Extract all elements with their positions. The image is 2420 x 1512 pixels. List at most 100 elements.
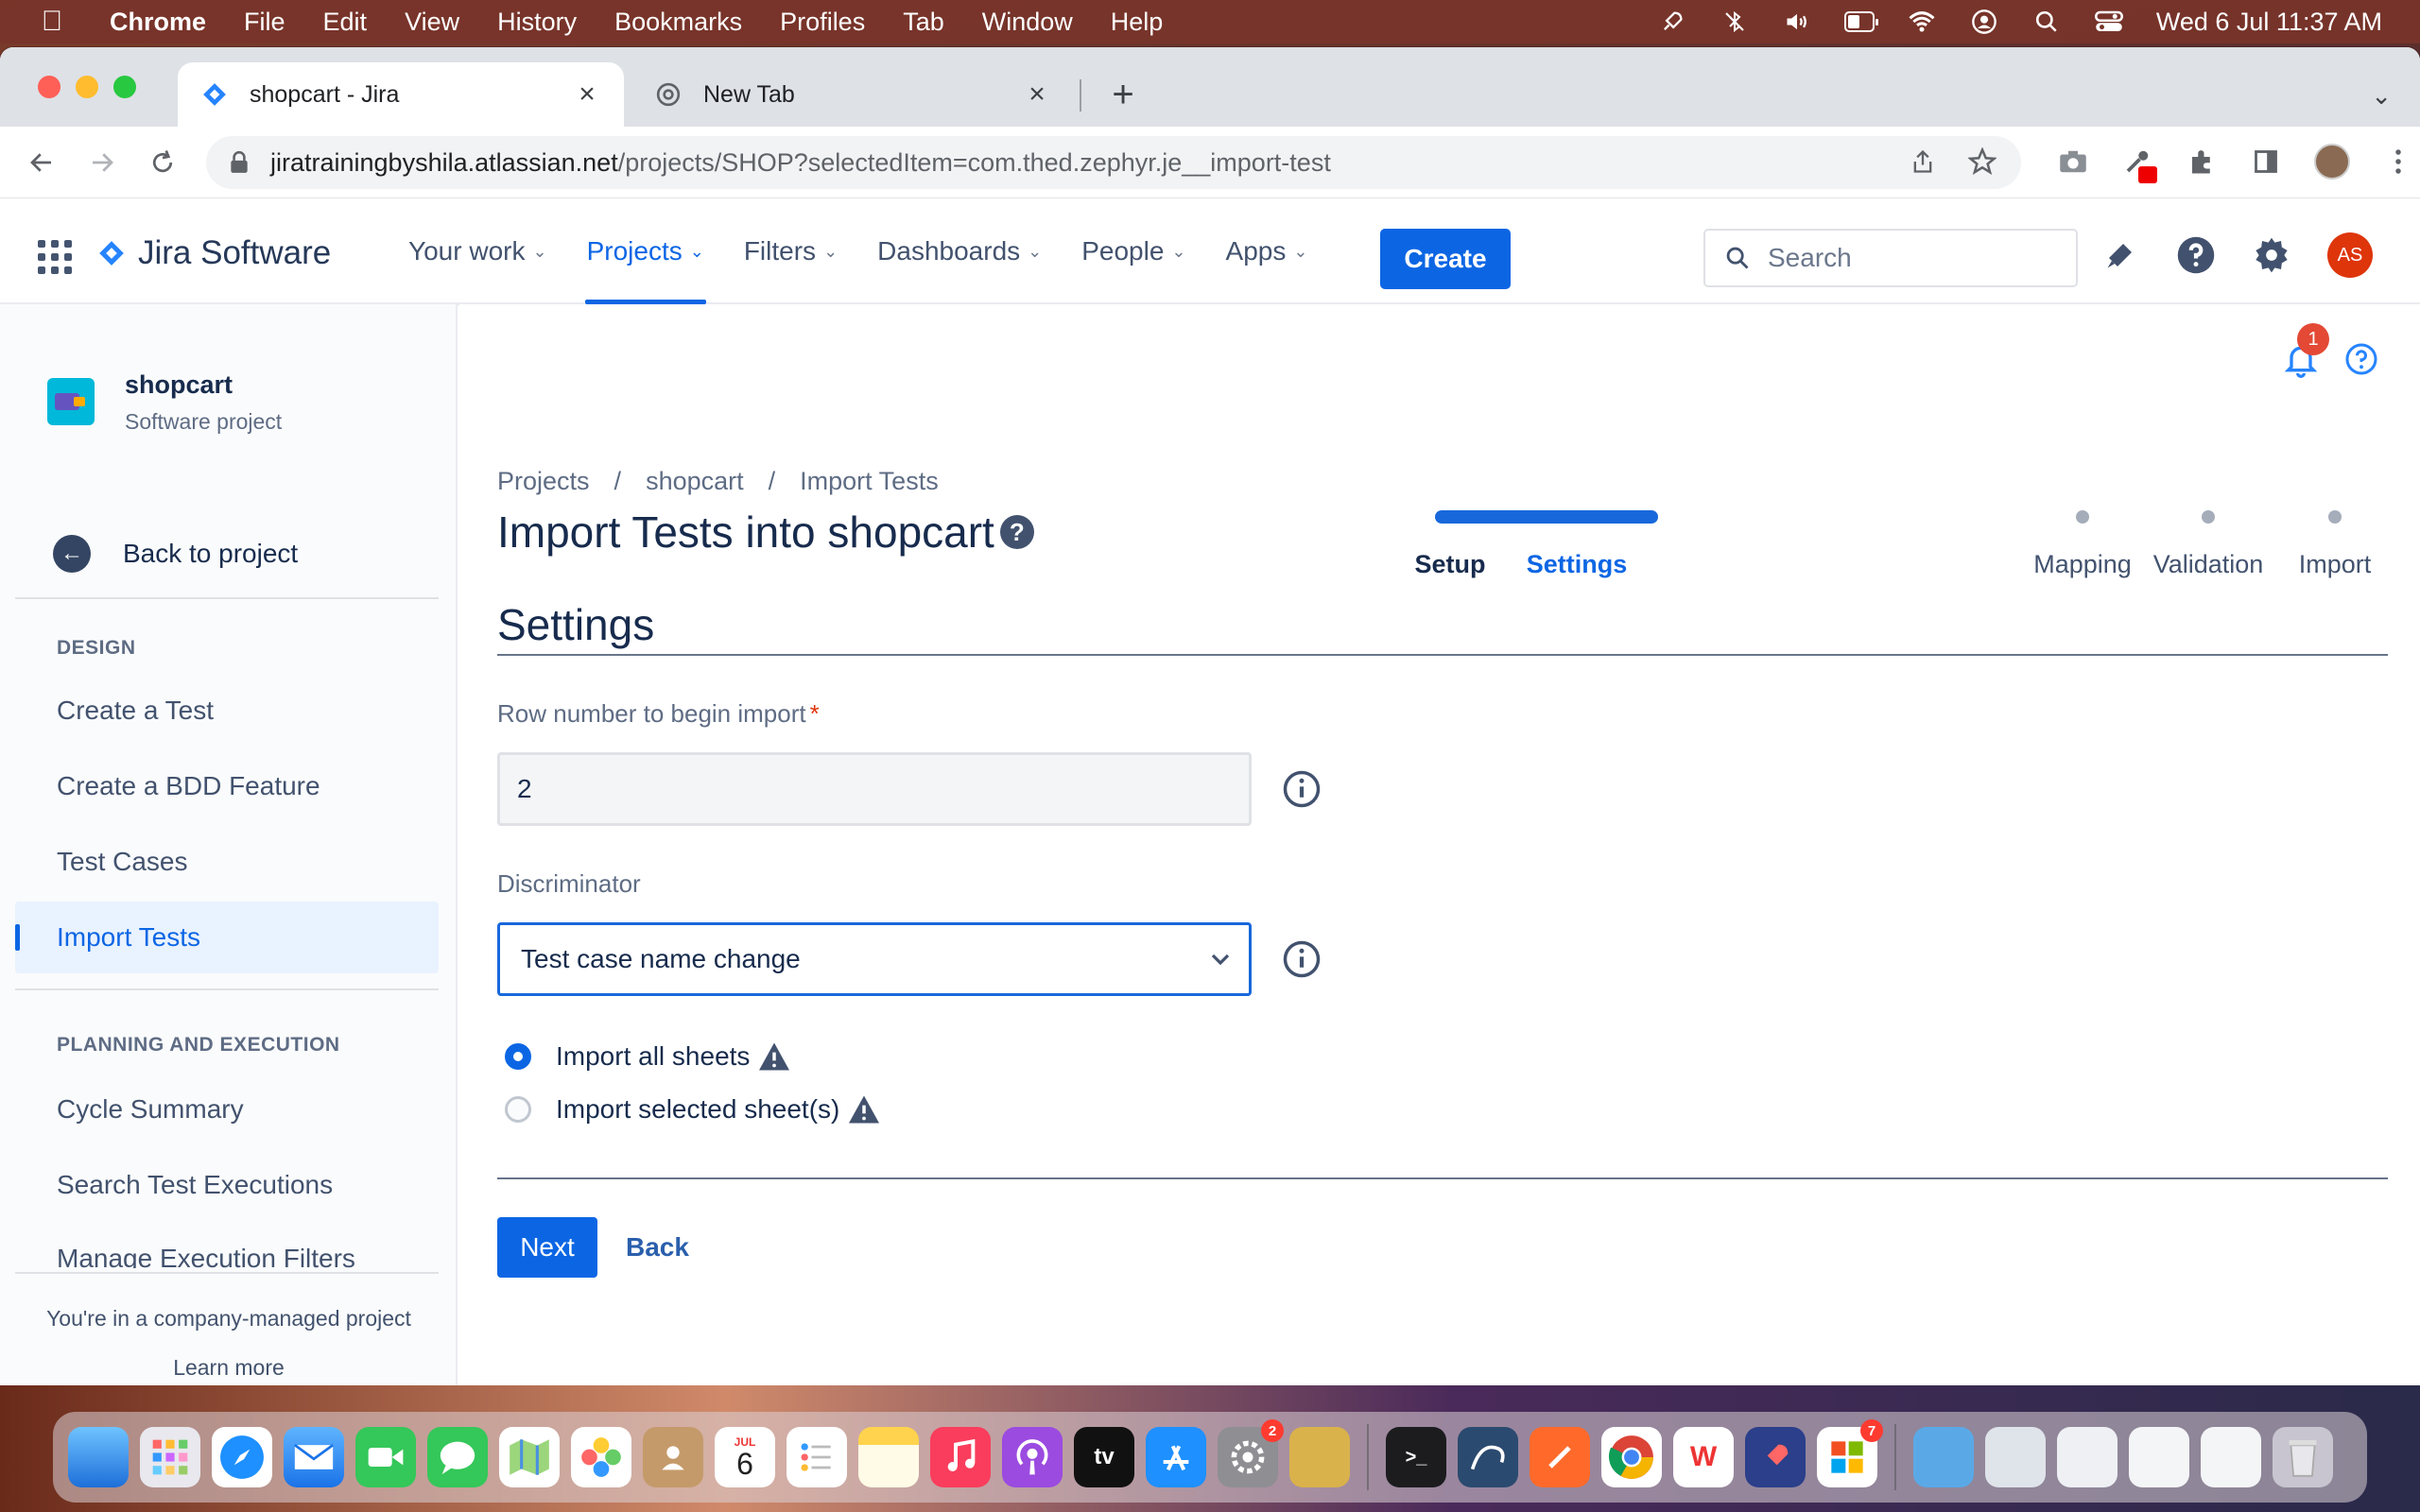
sidebar-item-create-test[interactable]: Create a Test (15, 675, 439, 747)
messages-icon[interactable] (427, 1427, 488, 1487)
recent-window-thumbnail[interactable] (2201, 1427, 2261, 1487)
project-header[interactable]: shopcart Software project (47, 370, 282, 435)
launchpad-icon[interactable] (140, 1427, 200, 1487)
help-question-icon[interactable]: ? (999, 515, 1034, 549)
reminders-icon[interactable] (786, 1427, 847, 1487)
minimize-window-button[interactable] (76, 76, 98, 98)
info-icon[interactable] (1282, 769, 1322, 809)
menu-window[interactable]: Window (982, 8, 1073, 37)
rocket-icon[interactable] (1657, 8, 1687, 36)
share-icon[interactable] (1910, 147, 1936, 182)
settings-gear-icon[interactable] (2252, 235, 2291, 275)
notifications-megaphone-icon[interactable] (2100, 235, 2140, 275)
maps-icon[interactable] (499, 1427, 560, 1487)
app-switcher-grid-icon[interactable] (38, 240, 72, 274)
more-vertical-icon[interactable] (2382, 146, 2414, 178)
side-panel-icon[interactable] (2250, 146, 2282, 178)
row-number-input[interactable]: 2 (497, 752, 1252, 826)
close-tab-icon[interactable]: × (1023, 78, 1051, 111)
user-avatar[interactable]: AS (2327, 232, 2373, 278)
close-window-button[interactable] (38, 76, 60, 98)
menubar-clock[interactable]: Wed 6 Jul 11:37 AM (2156, 8, 2382, 37)
calendar-icon[interactable]: JUL 6 (715, 1427, 775, 1487)
camera-extension-icon[interactable] (2057, 146, 2089, 178)
terminal-icon[interactable]: >_ (1386, 1427, 1446, 1487)
menu-help[interactable]: Help (1111, 8, 1164, 37)
menu-edit[interactable]: Edit (323, 8, 368, 37)
battery-icon[interactable] (1843, 8, 1878, 36)
radio-button-unchecked[interactable] (505, 1096, 531, 1123)
mail-icon[interactable] (284, 1427, 344, 1487)
sidebar-item-cycle-summary[interactable]: Cycle Summary (15, 1074, 439, 1145)
jira-software-logo[interactable]: Jira Software (98, 234, 331, 272)
back-to-project-link[interactable]: ← Back to project (53, 535, 298, 573)
nav-people[interactable]: People ⌄ (1081, 198, 1185, 304)
breadcrumb-shopcart[interactable]: shopcart (646, 467, 744, 496)
extensions-puzzle-icon[interactable] (2186, 146, 2218, 178)
google-chrome-icon[interactable] (1601, 1427, 1662, 1487)
help-icon[interactable] (2176, 235, 2216, 275)
breadcrumb-projects[interactable]: Projects (497, 467, 590, 496)
recent-window-thumbnail[interactable] (2129, 1427, 2189, 1487)
mysql-workbench-icon[interactable] (1458, 1427, 1518, 1487)
system-settings-icon[interactable]: 2 (1218, 1419, 1284, 1487)
new-tab-icon[interactable]: + (1104, 76, 1142, 113)
info-icon[interactable] (1282, 939, 1322, 979)
eyedropper-extension-icon[interactable] (2121, 146, 2157, 183)
rocket-typist-icon[interactable] (1745, 1427, 1806, 1487)
nav-your-work[interactable]: Your work ⌄ (408, 198, 547, 304)
sidebar-item-test-cases[interactable]: Test Cases (15, 826, 439, 898)
menu-profiles[interactable]: Profiles (780, 8, 865, 37)
contacts-icon[interactable] (643, 1427, 703, 1487)
discriminator-select[interactable]: Test case name change (497, 922, 1252, 996)
wps-office-icon[interactable]: W (1673, 1427, 1734, 1487)
learn-more-link[interactable]: Learn more (0, 1355, 458, 1381)
back-arrow-icon[interactable] (23, 144, 60, 181)
create-button[interactable]: Create (1380, 229, 1511, 289)
microsoft-office-icon[interactable]: 7 (1817, 1419, 1883, 1487)
music-icon[interactable] (930, 1427, 991, 1487)
wifi-icon[interactable] (1907, 8, 1937, 36)
nav-dashboards[interactable]: Dashboards ⌄ (877, 198, 1042, 304)
control-center-icon[interactable] (2094, 8, 2124, 36)
radio-button-checked[interactable] (505, 1043, 531, 1070)
warning-icon[interactable] (847, 1094, 881, 1125)
menu-view[interactable]: View (405, 8, 459, 37)
trash-icon[interactable] (2273, 1427, 2333, 1487)
lock-icon[interactable] (227, 150, 251, 175)
question-circle-icon[interactable] (2344, 342, 2378, 376)
recent-window-thumbnail[interactable] (1985, 1427, 2046, 1487)
archive-utility-icon[interactable] (1289, 1427, 1350, 1487)
spotlight-search-icon[interactable] (2031, 8, 2062, 36)
downloads-folder-icon[interactable] (1913, 1427, 1974, 1487)
menu-app-name[interactable]: Chrome (110, 8, 206, 37)
breadcrumb-import-tests[interactable]: Import Tests (800, 467, 939, 496)
facetime-icon[interactable] (355, 1427, 416, 1487)
sidebar-item-import-tests[interactable]: Import Tests (15, 902, 439, 973)
fullscreen-window-button[interactable] (113, 76, 136, 98)
finder-icon[interactable] (68, 1427, 129, 1487)
volume-icon[interactable] (1782, 8, 1812, 36)
nav-apps[interactable]: Apps ⌄ (1226, 198, 1308, 304)
menu-history[interactable]: History (497, 8, 577, 37)
bluetooth-off-icon[interactable] (1720, 8, 1750, 36)
reload-icon[interactable] (144, 144, 182, 181)
safari-icon[interactable] (212, 1427, 272, 1487)
recent-window-thumbnail[interactable] (2057, 1427, 2118, 1487)
bookmark-star-icon[interactable] (1967, 146, 1997, 182)
nav-filters[interactable]: Filters ⌄ (744, 198, 838, 304)
user-account-icon[interactable] (1969, 8, 1999, 36)
tab-new-tab[interactable]: New Tab × (631, 62, 1074, 127)
apple-tv-icon[interactable]: tv (1074, 1427, 1134, 1487)
radio-import-selected-sheets[interactable]: Import selected sheet(s) (505, 1094, 881, 1125)
tab-search-chevron-icon[interactable]: ⌄ (2371, 81, 2392, 111)
app-store-icon[interactable] (1146, 1427, 1206, 1487)
sidebar-item-search-test-executions[interactable]: Search Test Executions (15, 1149, 439, 1221)
apple-icon[interactable]:  (38, 6, 66, 38)
forward-arrow-icon[interactable] (83, 144, 121, 181)
notes-icon[interactable] (858, 1427, 919, 1487)
radio-import-all-sheets[interactable]: Import all sheets (505, 1041, 791, 1072)
menu-bookmarks[interactable]: Bookmarks (614, 8, 742, 37)
address-bar[interactable]: jiratrainingbyshila.atlassian.net/projec… (206, 136, 2021, 189)
warning-icon[interactable] (757, 1041, 791, 1072)
